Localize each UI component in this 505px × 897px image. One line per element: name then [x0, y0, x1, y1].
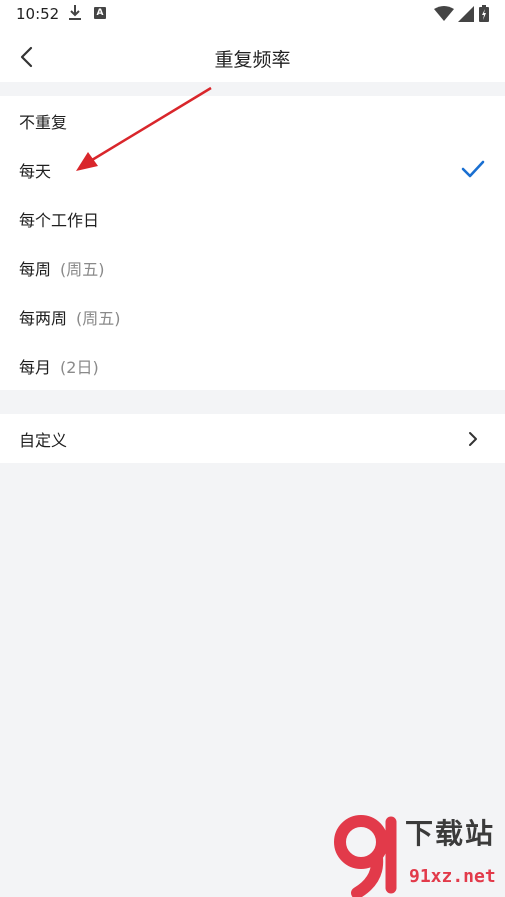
- option-label: 每个工作日: [19, 210, 100, 230]
- option-label: 每天: [19, 161, 52, 181]
- repeat-options-list: 不重复 每天 每个工作日 每周 (周五) 每两周 (周五) 每月 (2日): [0, 96, 505, 390]
- option-no-repeat[interactable]: 不重复: [0, 96, 505, 145]
- page-title: 重复频率: [214, 49, 291, 71]
- option-label: 自定义: [19, 430, 68, 450]
- battery-icon: [479, 5, 489, 22]
- option-daily[interactable]: 每天: [0, 145, 505, 194]
- option-note: (2日): [60, 357, 99, 377]
- wifi-icon: [434, 6, 454, 21]
- option-note: (周五): [60, 259, 105, 279]
- option-weekly[interactable]: 每周 (周五): [0, 243, 505, 292]
- option-note: (周五): [76, 308, 121, 328]
- check-icon: [461, 160, 485, 178]
- chevron-right-icon: [469, 432, 477, 446]
- option-label: 不重复: [19, 112, 68, 132]
- a-badge-icon: A: [94, 7, 106, 19]
- status-time: 10:52: [16, 5, 60, 23]
- watermark-logo-icon: [334, 815, 397, 897]
- download-icon: [69, 5, 81, 20]
- signal-icon: [458, 6, 474, 22]
- watermark: 下载站 91xz.net: [333, 808, 505, 897]
- option-monthly[interactable]: 每月 (2日): [0, 341, 505, 390]
- status-bar: 10:52 A: [0, 0, 505, 30]
- option-label: 每周: [19, 259, 52, 279]
- option-biweekly[interactable]: 每两周 (周五): [0, 292, 505, 341]
- option-label: 每两周: [19, 308, 68, 328]
- option-weekdays[interactable]: 每个工作日: [0, 194, 505, 243]
- custom-group: 自定义: [0, 414, 505, 463]
- watermark-brand-text: 下载站: [405, 817, 496, 850]
- option-custom[interactable]: 自定义: [0, 414, 505, 463]
- option-label: 每月: [19, 357, 52, 377]
- header: 重复频率: [0, 30, 505, 82]
- watermark-url: 91xz.net: [409, 866, 496, 887]
